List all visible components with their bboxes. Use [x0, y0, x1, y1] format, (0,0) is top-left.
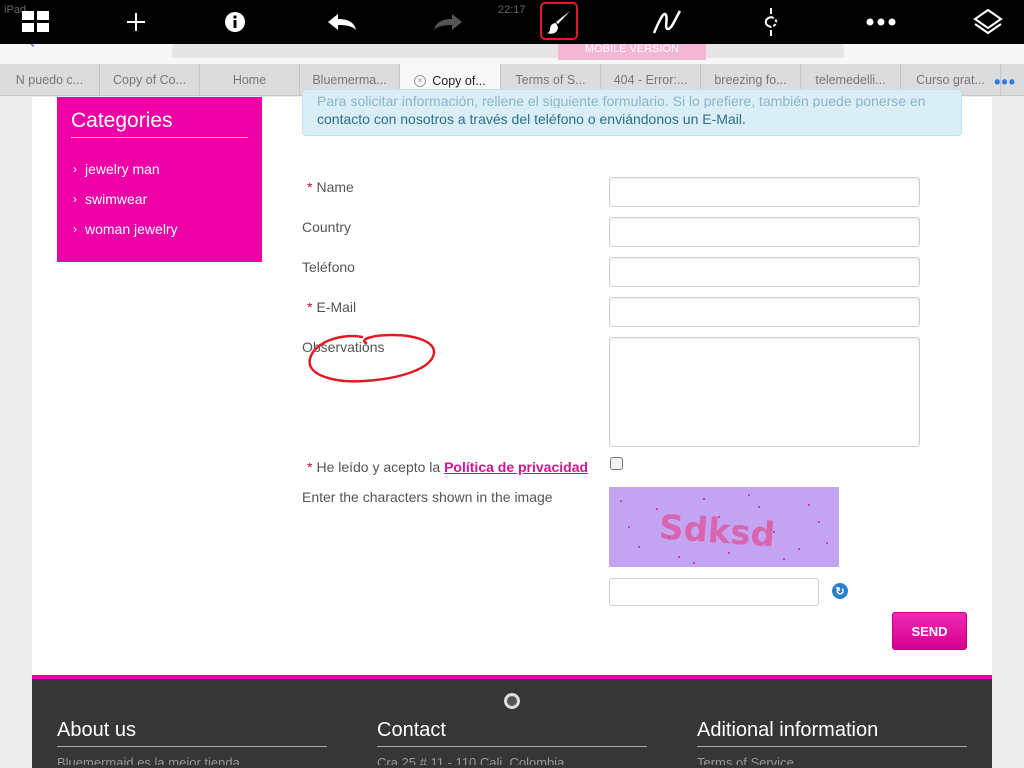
send-button[interactable]: SEND: [892, 612, 967, 650]
name-label: * Name: [307, 179, 354, 195]
captcha-label: Enter the characters shown in the image: [302, 489, 553, 505]
tab-2[interactable]: Home: [200, 64, 300, 96]
chevron-right-icon: ›: [73, 222, 77, 236]
contact-page: Categories › jewelry man › swimwear › woman…: [32, 89, 992, 675]
captcha-noise: Sdksd: [620, 494, 828, 564]
pen-icon[interactable]: [645, 0, 689, 44]
tab-1[interactable]: Copy of Co...: [100, 64, 200, 96]
phone-label: Teléfono: [302, 259, 355, 275]
footer-contact: Contact Cra 25 # 11 - 110 Cali, Colombia: [377, 719, 647, 765]
email-label: * E-Mail: [307, 299, 357, 315]
brush-icon[interactable]: [537, 0, 581, 44]
layers-icon[interactable]: [966, 0, 1010, 44]
categories-title: Categories: [71, 109, 248, 138]
chevron-right-icon: ›: [73, 192, 77, 206]
footer-about-text: Bluemermaid es la mejor tienda: [57, 755, 240, 765]
email-input[interactable]: [609, 297, 920, 327]
tab-0[interactable]: N puedo c...: [0, 64, 100, 96]
footer-additional-text: Terms of Service: [697, 755, 794, 765]
annotation-toolbar: iPad 22:17: [0, 0, 1024, 44]
footer-additional: Aditional information Terms of Service: [697, 719, 967, 765]
lasso-icon[interactable]: [749, 0, 793, 44]
loading-spinner-icon: [504, 693, 520, 709]
info-message: Para solicitar información, rellene el s…: [302, 89, 962, 136]
grid-icon[interactable]: [14, 0, 58, 44]
observations-textarea[interactable]: [609, 337, 920, 447]
footer-additional-title: Aditional information: [697, 719, 967, 747]
chevron-right-icon: ›: [73, 162, 77, 176]
footer-contact-text: Cra 25 # 11 - 110 Cali, Colombia: [377, 755, 565, 765]
info-line-2: contacto con nosotros a través del teléf…: [317, 111, 746, 127]
info-line-1: Para solicitar información, rellene el s…: [317, 94, 926, 108]
category-swimwear[interactable]: › swimwear: [71, 184, 248, 214]
redo-icon[interactable]: [426, 0, 470, 44]
category-woman-jewelry[interactable]: › woman jewelry: [71, 214, 248, 244]
refresh-captcha-icon[interactable]: ↻: [832, 583, 848, 599]
page-footer: About us Bluemermaid es la mejor tienda …: [32, 675, 992, 768]
category-jewelry-man[interactable]: › jewelry man: [71, 154, 248, 184]
status-time: 22:17: [498, 4, 526, 16]
undo-icon[interactable]: [320, 0, 364, 44]
more-icon[interactable]: [859, 0, 903, 44]
browser-address-bar: ‹ MOBILE VERSION: [0, 28, 1024, 64]
svg-text:Sdksd: Sdksd: [658, 508, 777, 556]
phone-input[interactable]: [609, 257, 920, 287]
country-input[interactable]: [609, 217, 920, 247]
footer-contact-title: Contact: [377, 719, 647, 747]
privacy-policy-link[interactable]: Política de privacidad: [444, 459, 588, 475]
footer-about: About us Bluemermaid es la mejor tienda: [57, 719, 327, 765]
footer-about-title: About us: [57, 719, 327, 747]
observations-label: Observations: [302, 339, 385, 355]
categories-sidebar: Categories › jewelry man › swimwear › woman…: [57, 97, 262, 262]
captcha-input[interactable]: [609, 578, 819, 606]
privacy-checkbox[interactable]: [610, 457, 623, 470]
info-icon[interactable]: [213, 0, 257, 44]
country-label: Country: [302, 219, 352, 235]
name-input[interactable]: [609, 177, 920, 207]
close-tab-icon[interactable]: ×: [414, 74, 427, 87]
privacy-label: * He leído y acepto la Política de privac…: [307, 459, 589, 475]
more-tabs-icon[interactable]: •••: [994, 72, 1016, 93]
address-field[interactable]: [172, 44, 844, 58]
tab-4-label: Copy of...: [432, 73, 486, 88]
captcha-image: Sdksd: [609, 487, 839, 567]
plus-icon[interactable]: [114, 0, 158, 44]
red-circle-annotation: [308, 333, 436, 383]
